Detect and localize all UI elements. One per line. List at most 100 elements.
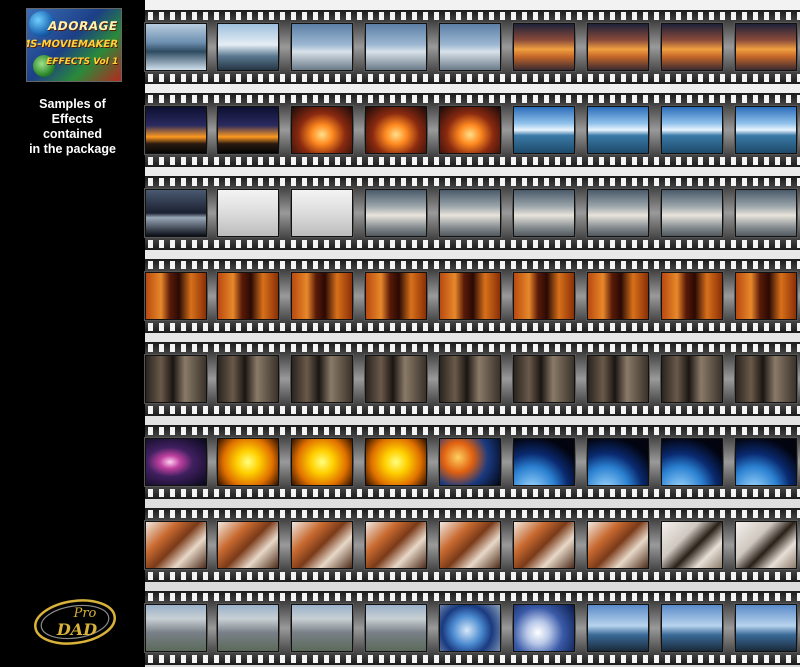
effect-frame-room — [735, 355, 797, 403]
effect-frame-cloud — [439, 189, 501, 237]
effect-frame-earth — [735, 438, 797, 486]
frame-row — [145, 438, 800, 486]
film-perforation — [145, 572, 800, 580]
frame-row — [145, 355, 800, 403]
frame-row — [145, 189, 800, 237]
film-perforation — [145, 95, 800, 103]
film-perforation — [145, 344, 800, 352]
effect-frame-palm — [661, 604, 723, 652]
effect-frame-globe — [439, 604, 501, 652]
effect-frame-city — [365, 604, 427, 652]
effect-frame-earth — [513, 438, 575, 486]
film-strip-sunset-portal — [145, 93, 800, 167]
effect-frame-fire — [587, 272, 649, 320]
effect-frame-fog — [217, 189, 279, 237]
film-strip-clouds — [145, 176, 800, 250]
effect-frame-cloud — [661, 189, 723, 237]
effect-frame-room — [513, 355, 575, 403]
effect-frame-portal — [365, 106, 427, 154]
frame-row — [145, 272, 800, 320]
effect-frame-cloud — [365, 189, 427, 237]
film-perforation — [145, 157, 800, 165]
effect-frame-collage — [587, 521, 649, 569]
effect-frame-fire — [661, 272, 723, 320]
effect-frame-earth — [661, 438, 723, 486]
effect-frame-sun — [291, 438, 353, 486]
film-perforation — [145, 178, 800, 186]
film-perforation — [145, 240, 800, 248]
effect-frame-dusk — [145, 106, 207, 154]
product-box-image[interactable]: ADORAGE MS-MOVIEMAKER EFFECTS Vol 1 — [26, 8, 122, 82]
effect-frame-sun — [365, 438, 427, 486]
effect-frame-sunset — [661, 23, 723, 71]
effect-frame-collage — [439, 521, 501, 569]
effect-frame-sun — [217, 438, 279, 486]
effect-frame-fog — [291, 189, 353, 237]
effect-frame-room — [291, 355, 353, 403]
caption-line: contained — [42, 127, 103, 141]
frame-row — [145, 23, 800, 71]
effect-frame-sunset — [513, 23, 575, 71]
effect-frame-room — [439, 355, 501, 403]
effect-frame-sunset — [735, 23, 797, 71]
effect-frame-fire — [145, 272, 207, 320]
film-strip-city-globe-palms — [145, 591, 800, 665]
film-perforation — [145, 510, 800, 518]
effect-frame-sunset — [587, 23, 649, 71]
product-name: MS-MOVIEMAKER — [26, 39, 120, 50]
effect-frame-city — [291, 604, 353, 652]
film-strip-fireplace-dark — [145, 342, 800, 416]
effect-frame-room — [661, 355, 723, 403]
film-perforation — [145, 74, 800, 82]
film-perforation — [145, 12, 800, 20]
caption-line: in the package — [29, 142, 116, 156]
effect-frame-galaxy — [145, 438, 207, 486]
effect-frame-beach — [735, 106, 797, 154]
samples-caption: Samples of Effects contained in the pack… — [0, 97, 145, 157]
effect-frame-city — [217, 604, 279, 652]
effect-frame-city — [145, 604, 207, 652]
effect-frame-collage — [365, 521, 427, 569]
film-strip-space-earth — [145, 425, 800, 499]
effect-frame-beach — [513, 106, 575, 154]
effect-frame-cloud — [587, 189, 649, 237]
film-strip-collage-dancer — [145, 508, 800, 582]
effect-frame-dancer — [661, 521, 723, 569]
frame-row — [145, 521, 800, 569]
effect-frame-lake — [145, 23, 207, 71]
effect-frame-collage — [217, 521, 279, 569]
frame-row — [145, 604, 800, 652]
effect-frame-earth — [587, 438, 649, 486]
effect-frame-plane — [291, 23, 353, 71]
effect-frame-beach — [587, 106, 649, 154]
effect-frame-palm — [587, 604, 649, 652]
effect-frame-mountain — [217, 23, 279, 71]
effect-frame-fire — [291, 272, 353, 320]
film-perforation — [145, 655, 800, 663]
effect-frame-dusk — [217, 106, 279, 154]
effect-frame-fire — [513, 272, 575, 320]
effect-frame-dancer — [735, 521, 797, 569]
prodad-logo[interactable]: Pro DAD — [33, 593, 117, 647]
effect-frame-fire — [217, 272, 279, 320]
effect-frame-plane — [365, 23, 427, 71]
film-perforation — [145, 427, 800, 435]
effect-frame-moonsea — [145, 189, 207, 237]
product-volume: EFFECTS Vol 1 — [44, 57, 120, 67]
effect-frame-plane — [439, 23, 501, 71]
effect-frame-cloud — [513, 189, 575, 237]
effect-frame-palm — [735, 604, 797, 652]
caption-line: Samples of — [39, 97, 106, 111]
effect-frame-fire — [365, 272, 427, 320]
effect-frame-burst — [439, 438, 501, 486]
logo-text-bottom: DAD — [56, 620, 97, 639]
film-strip-fireplace-orange — [145, 259, 800, 333]
effect-frame-swirl — [513, 604, 575, 652]
effect-frame-portal — [291, 106, 353, 154]
film-strip-mountain-airplane — [145, 10, 800, 84]
effect-frame-portal — [439, 106, 501, 154]
effect-frame-collage — [145, 521, 207, 569]
film-strips-area — [145, 0, 800, 667]
film-perforation — [145, 406, 800, 414]
effect-frame-beach — [661, 106, 723, 154]
